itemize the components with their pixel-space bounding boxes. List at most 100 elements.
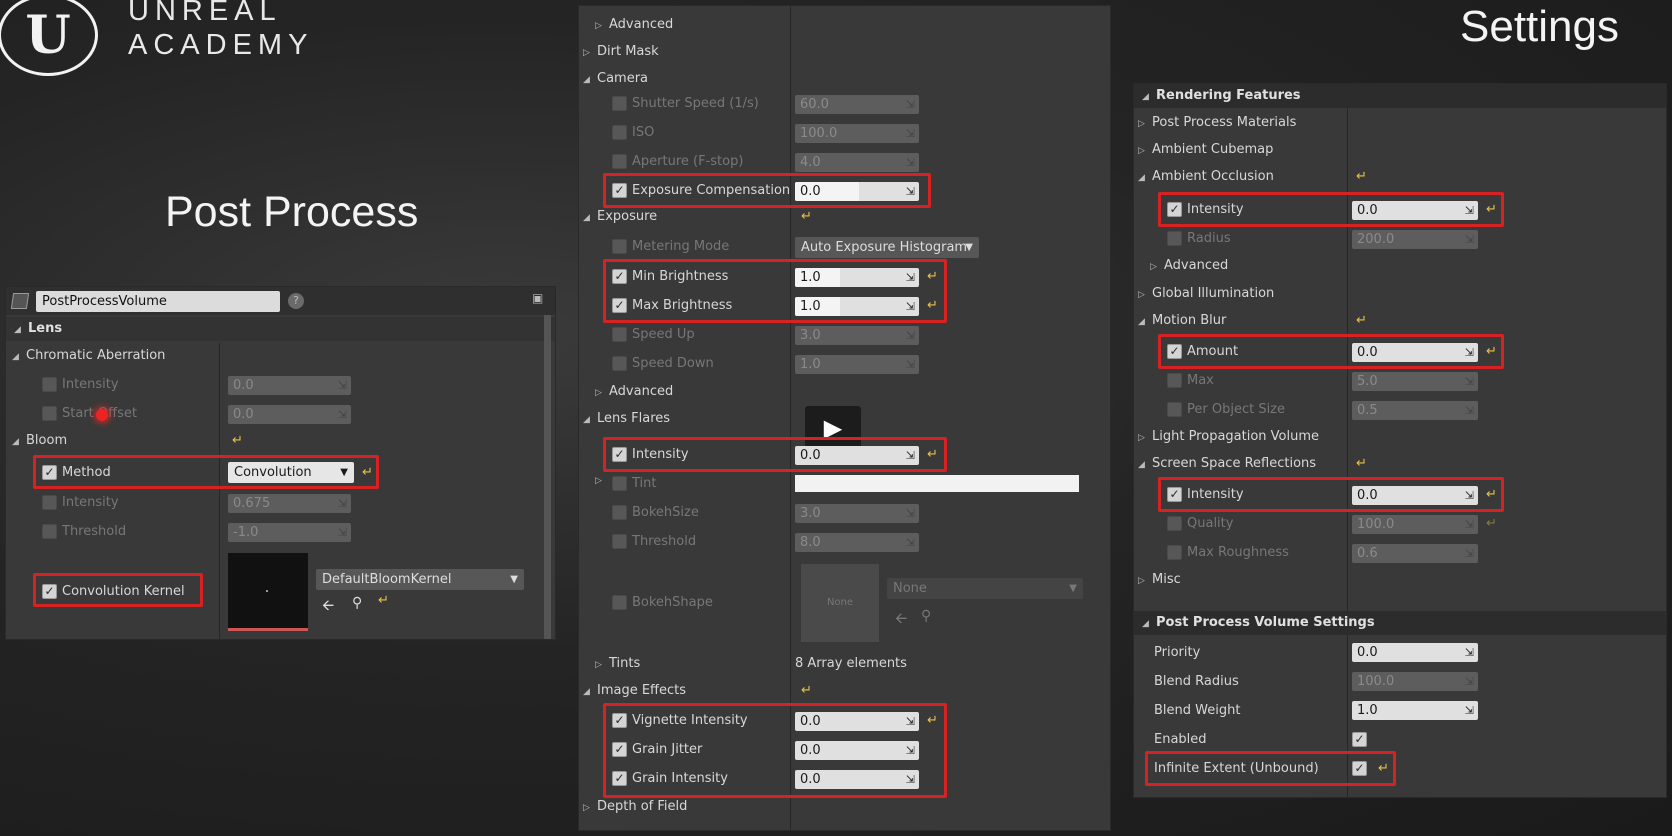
actor-name-bar: PostProcessVolume ? ▣ xyxy=(6,287,555,315)
rendering-features-header[interactable]: ◢ Rendering Features xyxy=(1134,84,1666,108)
details-panel-rendering: ◢ Rendering Features ▷ Post Process Materi… xyxy=(1133,83,1667,798)
lens-flare-threshold-input[interactable]: 8.0 ⇲ xyxy=(795,533,919,552)
ssr-quality-input[interactable]: 100.0 ⇲ xyxy=(1352,515,1478,534)
ssr-quality-checkbox[interactable] xyxy=(1167,516,1182,531)
bloom-threshold-checkbox[interactable] xyxy=(42,524,57,539)
actor-name-input[interactable]: PostProcessVolume xyxy=(36,291,280,312)
browse-arrow-icon[interactable]: 🡨 xyxy=(322,595,334,620)
motion-blur-section[interactable]: ◢ Motion Blur xyxy=(1138,308,1226,334)
bloom-reset-icon[interactable]: ↵ xyxy=(232,427,243,454)
global-illumination-section[interactable]: ▷ Global Illumination xyxy=(1138,281,1274,307)
bloom-threshold-input[interactable]: -1.0 ⇲ xyxy=(228,523,351,542)
tints-section[interactable]: ▷ Tints xyxy=(595,651,640,677)
tint-checkbox[interactable] xyxy=(612,476,627,491)
bokeh-shape-thumbnail[interactable]: None xyxy=(801,564,879,642)
tint-expand-icon[interactable]: ▷ xyxy=(595,476,602,486)
exposure-advanced-section[interactable]: ▷ Advanced xyxy=(595,379,673,405)
post-process-materials-section[interactable]: ▷ Post Process Materials xyxy=(1138,110,1296,136)
tint-color-swatch[interactable] xyxy=(795,475,1079,492)
lock-icon[interactable]: ▣ xyxy=(532,291,546,309)
highlight-image-effects xyxy=(603,703,947,798)
blend-radius-input[interactable]: 100.0 ⇲ xyxy=(1352,672,1478,691)
dirt-mask-section[interactable]: ▷ Dirt Mask xyxy=(583,39,659,65)
ssr-max-roughness-input[interactable]: 0.6 ⇲ xyxy=(1352,544,1478,563)
lens-flare-threshold-checkbox[interactable] xyxy=(612,534,627,549)
bloom-intensity-checkbox[interactable] xyxy=(42,495,57,510)
start-offset-input[interactable]: 0.0 ⇲ xyxy=(228,405,351,424)
image-effects-reset-icon[interactable]: ↵ xyxy=(801,677,812,704)
mb-max-input[interactable]: 5.0 ⇲ xyxy=(1352,372,1478,391)
kernel-thumbnail[interactable] xyxy=(228,553,308,631)
aperture-checkbox[interactable] xyxy=(612,154,627,169)
bokeh-size-label: BokehSize xyxy=(632,505,699,520)
blend-radius-label: Blend Radius xyxy=(1154,674,1239,689)
chromatic-aberration-section[interactable]: ◢ Chromatic Aberration xyxy=(12,343,165,369)
aperture-input[interactable]: 4.0 ⇲ xyxy=(795,153,919,172)
slide-title-settings: Settings xyxy=(1460,2,1619,51)
shutter-speed-input[interactable]: 60.0 ⇲ xyxy=(795,95,919,114)
tint-label: Tint xyxy=(632,476,657,491)
ssr-max-roughness-checkbox[interactable] xyxy=(1167,545,1182,560)
bokeh-size-input[interactable]: 3.0 ⇲ xyxy=(795,504,919,523)
search-icon[interactable]: ⚲ xyxy=(352,595,362,611)
chromatic-intensity-checkbox[interactable] xyxy=(42,377,57,392)
ambient-occlusion-section[interactable]: ◢ Ambient Occlusion xyxy=(1138,164,1274,190)
kernel-reset-icon[interactable]: ↵ xyxy=(378,593,389,608)
ao-advanced-section[interactable]: ▷ Advanced xyxy=(1150,253,1228,279)
ssr-section[interactable]: ◢ Screen Space Reflections xyxy=(1138,451,1316,477)
metering-mode-checkbox[interactable] xyxy=(612,239,627,254)
bloom-intensity-input[interactable]: 0.675 ⇲ xyxy=(228,494,351,513)
bokeh-shape-dropdown[interactable]: None ▼ xyxy=(887,578,1083,599)
scrollbar[interactable] xyxy=(544,315,551,639)
ambient-cubemap-section[interactable]: ▷ Ambient Cubemap xyxy=(1138,137,1273,163)
help-icon[interactable]: ? xyxy=(288,293,304,309)
motion-blur-reset-icon[interactable]: ↵ xyxy=(1356,307,1367,334)
mb-max-checkbox[interactable] xyxy=(1167,373,1182,388)
priority-input[interactable]: 0.0 ⇲ xyxy=(1352,643,1478,662)
unreal-logo-icon: U xyxy=(0,0,98,76)
ao-radius-input[interactable]: 200.0 ⇲ xyxy=(1352,230,1478,249)
depth-of-field-section[interactable]: ▷ Depth of Field xyxy=(583,794,687,820)
bokeh-search-icon[interactable]: ⚲ xyxy=(921,608,931,624)
brand-text: UNREAL ACADEMY xyxy=(128,0,313,62)
image-effects-section[interactable]: ◢ Image Effects xyxy=(583,678,686,704)
lens-flares-section[interactable]: ◢ Lens Flares xyxy=(583,406,670,432)
bokeh-shape-checkbox[interactable] xyxy=(612,595,627,610)
bokeh-shape-label: BokehShape xyxy=(632,595,713,610)
chromatic-intensity-input[interactable]: 0.0 ⇲ xyxy=(228,376,351,395)
highlight-infinite-extent xyxy=(1145,751,1396,786)
camera-section[interactable]: ◢ Camera xyxy=(583,66,648,92)
metering-mode-dropdown[interactable]: Auto Exposure Histogram ▼ xyxy=(795,237,979,258)
highlight-convolution-kernel xyxy=(33,573,203,607)
bokeh-browse-arrow-icon[interactable]: 🡨 xyxy=(895,608,907,633)
lpv-section[interactable]: ▷ Light Propagation Volume xyxy=(1138,424,1319,450)
blend-weight-input[interactable]: 1.0 ⇲ xyxy=(1352,701,1478,720)
lens-header[interactable]: ◢ Lens xyxy=(6,317,555,341)
exposure-reset-icon[interactable]: ↵ xyxy=(801,203,812,230)
speed-down-input[interactable]: 1.0 ⇲ xyxy=(795,355,919,374)
advanced-top-section[interactable]: ▷ Advanced xyxy=(595,12,673,38)
highlight-brightness xyxy=(603,259,947,323)
start-offset-checkbox[interactable] xyxy=(42,406,57,421)
bloom-section[interactable]: ◢ Bloom xyxy=(12,428,67,454)
metering-mode-label: Metering Mode xyxy=(632,239,730,254)
ssr-quality-reset-icon[interactable]: ↵ xyxy=(1486,510,1497,537)
ppv-settings-header[interactable]: ◢ Post Process Volume Settings xyxy=(1134,611,1666,635)
ssr-reset-icon[interactable]: ↵ xyxy=(1356,450,1367,477)
kernel-asset-dropdown[interactable]: DefaultBloomKernel ▼ xyxy=(316,569,524,590)
iso-input[interactable]: 100.0 ⇲ xyxy=(795,124,919,143)
iso-checkbox[interactable] xyxy=(612,125,627,140)
ambient-occlusion-reset-icon[interactable]: ↵ xyxy=(1356,163,1367,190)
mb-per-object-checkbox[interactable] xyxy=(1167,402,1182,417)
chromatic-intensity-label: Intensity xyxy=(62,377,119,392)
speed-up-input[interactable]: 3.0 ⇲ xyxy=(795,326,919,345)
mb-per-object-input[interactable]: 0.5 ⇲ xyxy=(1352,401,1478,420)
misc-section[interactable]: ▷ Misc xyxy=(1138,567,1181,593)
ao-radius-checkbox[interactable] xyxy=(1167,231,1182,246)
speed-down-checkbox[interactable] xyxy=(612,356,627,371)
enabled-checkbox[interactable]: ✓ xyxy=(1352,732,1367,747)
speed-up-checkbox[interactable] xyxy=(612,327,627,342)
bokeh-size-checkbox[interactable] xyxy=(612,505,627,520)
shutter-speed-checkbox[interactable] xyxy=(612,96,627,111)
exposure-section[interactable]: ◢ Exposure xyxy=(583,204,657,230)
